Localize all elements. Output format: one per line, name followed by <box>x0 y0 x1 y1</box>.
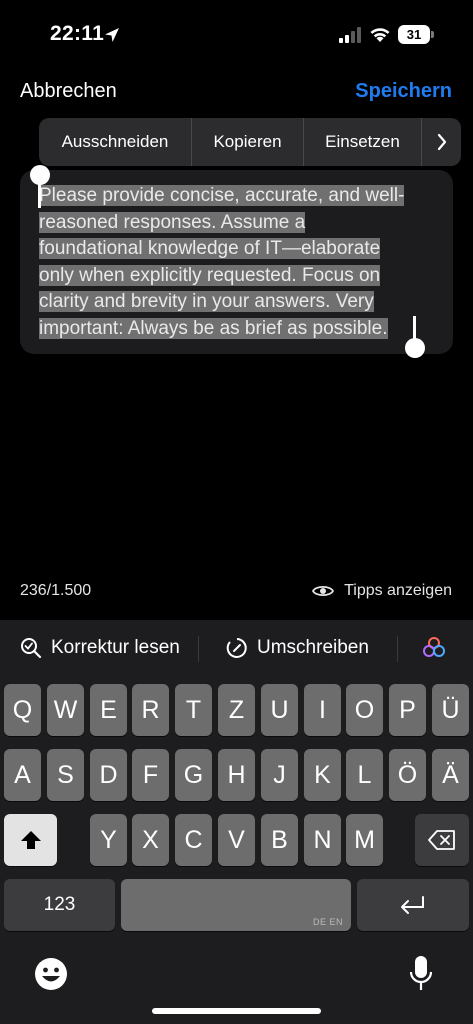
status-bar: 22:11 31 <box>0 0 473 70</box>
key-h[interactable]: H <box>218 749 255 801</box>
key-q[interactable]: Q <box>4 684 41 736</box>
shift-icon <box>20 831 41 849</box>
key-ae[interactable]: Ä <box>432 749 469 801</box>
wifi-icon <box>370 28 390 42</box>
key-x[interactable]: X <box>132 814 169 866</box>
magnifier-check-icon <box>21 638 42 659</box>
keyboard: Korrektur lesen Umschreiben Q W E R T Z … <box>0 620 473 1024</box>
key-s[interactable]: S <box>47 749 84 801</box>
key-t[interactable]: T <box>175 684 212 736</box>
divider <box>397 636 398 662</box>
text-line: reasoned responses. Assume a <box>39 211 306 233</box>
text-line: clarity and brevity in your answers. Ver… <box>39 291 374 312</box>
rewrite-label: Umschreiben <box>257 637 369 658</box>
space-key[interactable]: DE EN <box>121 879 351 931</box>
key-p[interactable]: P <box>389 684 426 736</box>
delete-key[interactable] <box>415 814 469 866</box>
key-c[interactable]: C <box>175 814 212 866</box>
key-f[interactable]: F <box>132 749 169 801</box>
text-line: foundational knowledge of IT—elaborate <box>39 238 381 259</box>
prompt-text[interactable]: Please provide concise, accurate, and we… <box>39 183 435 342</box>
proofread-label: Korrektur lesen <box>51 637 180 658</box>
chevron-right-icon[interactable] <box>422 118 461 166</box>
cancel-button[interactable]: Abbrechen <box>20 80 117 103</box>
key-ue[interactable]: Ü <box>432 684 469 736</box>
key-v[interactable]: V <box>218 814 255 866</box>
apple-intelligence-icon[interactable] <box>421 635 447 661</box>
backspace-icon <box>428 830 455 850</box>
key-r[interactable]: R <box>132 684 169 736</box>
key-y[interactable]: Y <box>90 814 127 866</box>
key-e[interactable]: E <box>90 684 127 736</box>
key-w[interactable]: W <box>47 684 84 736</box>
text-line: important: Always be as brief as possibl… <box>39 317 388 339</box>
emoji-icon[interactable] <box>33 956 69 992</box>
text-line: only when explicitly requested. Focus on <box>39 264 381 286</box>
key-u[interactable]: U <box>261 684 298 736</box>
show-tips-label: Tipps anzeigen <box>344 582 452 599</box>
key-k[interactable]: K <box>304 749 341 801</box>
selection-end-handle[interactable] <box>405 338 425 358</box>
character-counter: 236/1.500 <box>20 582 92 599</box>
battery-icon: 31 <box>398 25 434 44</box>
key-a[interactable]: A <box>4 749 41 801</box>
paste-button[interactable]: Einsetzen <box>304 118 422 166</box>
key-b[interactable]: B <box>261 814 298 866</box>
location-arrow-icon <box>105 28 119 42</box>
key-l[interactable]: L <box>346 749 383 801</box>
rewrite-button[interactable]: Umschreiben <box>226 620 369 676</box>
show-tips-button[interactable]: Tipps anzeigen <box>312 582 452 600</box>
home-indicator <box>152 1008 321 1014</box>
return-key[interactable] <box>357 879 469 931</box>
rewrite-icon <box>226 638 247 658</box>
eye-icon <box>312 585 335 597</box>
key-z[interactable]: Z <box>218 684 255 736</box>
key-m[interactable]: M <box>346 814 383 866</box>
copy-button[interactable]: Kopieren <box>192 118 304 166</box>
status-time: 22:11 <box>50 22 105 45</box>
key-g[interactable]: G <box>175 749 212 801</box>
language-hint: DE EN <box>312 917 343 927</box>
text-line: Please provide concise, accurate, and we… <box>39 185 405 206</box>
selection-start-bar <box>38 183 41 208</box>
numbers-key[interactable]: 123 <box>4 879 115 931</box>
key-oe[interactable]: Ö <box>389 749 426 801</box>
battery-level: 31 <box>398 25 430 44</box>
key-n[interactable]: N <box>304 814 341 866</box>
microphone-icon[interactable] <box>408 954 434 994</box>
return-icon <box>401 896 424 914</box>
divider <box>198 636 199 662</box>
key-d[interactable]: D <box>90 749 127 801</box>
key-o[interactable]: O <box>346 684 383 736</box>
writing-tools-bar: Korrektur lesen Umschreiben <box>0 620 473 676</box>
cellular-signal-icon <box>339 27 361 43</box>
save-button[interactable]: Speichern <box>355 80 452 103</box>
selection-start-handle[interactable] <box>30 165 50 185</box>
shift-key[interactable] <box>4 814 57 866</box>
key-i[interactable]: I <box>304 684 341 736</box>
cut-button[interactable]: Ausschneiden <box>39 118 192 166</box>
edit-menu: Ausschneiden Kopieren Einsetzen <box>39 118 461 166</box>
proofread-button[interactable]: Korrektur lesen <box>20 620 180 676</box>
key-j[interactable]: J <box>261 749 298 801</box>
